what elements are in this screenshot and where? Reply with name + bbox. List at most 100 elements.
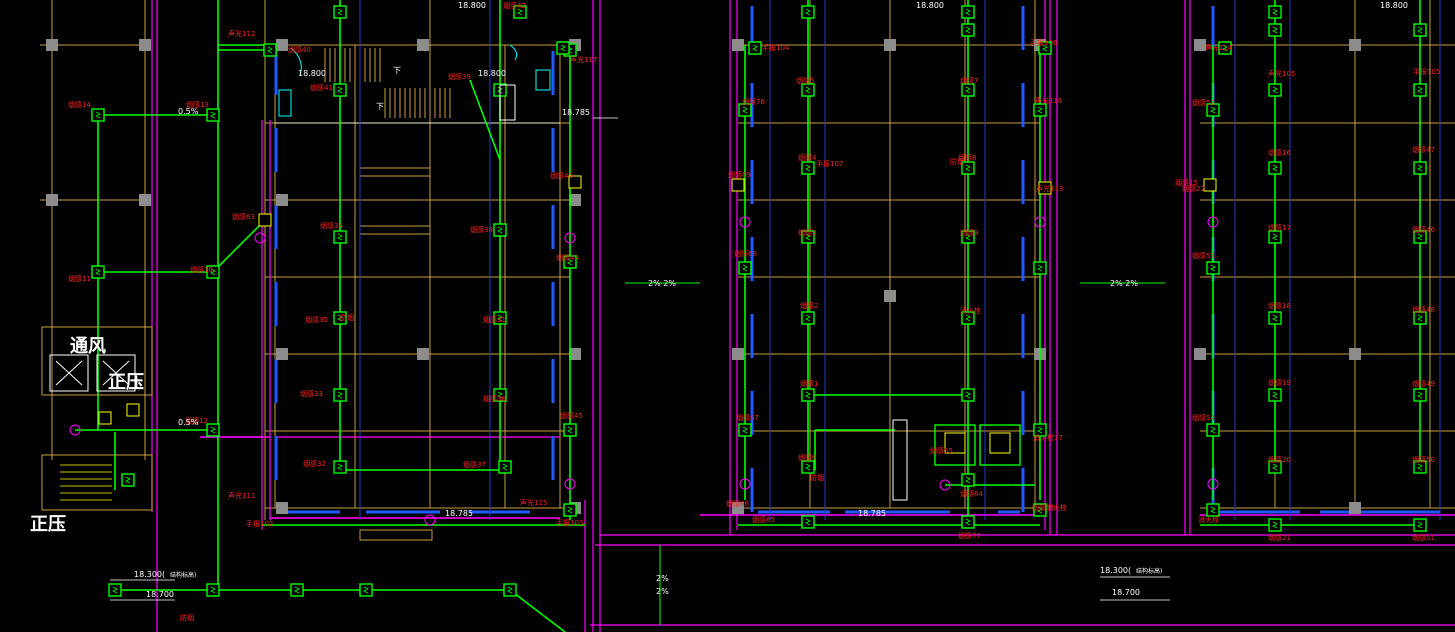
shaft-cross [55, 360, 83, 386]
level-stair-1: 18.800 [298, 69, 326, 78]
column [417, 39, 429, 51]
device-label: 声光112 [228, 29, 255, 38]
device-label: 声光115 [520, 498, 547, 507]
column [139, 194, 151, 206]
device-label: 消火栓 [1198, 515, 1219, 524]
device-label: 烟感44 [556, 253, 579, 262]
device-label: 烟感2 [800, 301, 818, 310]
column [884, 290, 896, 302]
device-label: 烟感64 [960, 489, 983, 498]
device-label: 烟感76 [742, 97, 765, 106]
room-ventilation: 通风 [70, 336, 106, 357]
level-stair-2: 18.800 [478, 69, 506, 78]
device-label: 烟感15 [1175, 178, 1198, 187]
device-label: 烟感67 [736, 413, 759, 422]
wire-run [212, 219, 266, 273]
beam-outline [359, 225, 431, 235]
device-label: 烟感36 [483, 394, 506, 403]
device-label: 烟感50 [1412, 455, 1435, 464]
device-label: 烟感10 [190, 265, 213, 274]
device-label: 消火栓37 [1033, 433, 1063, 442]
level-side: 18.785 [562, 108, 590, 117]
column [1349, 502, 1361, 514]
beam-outline [359, 167, 431, 177]
device-label: 手报107 [816, 159, 843, 168]
level-l1-right: 18.300( [1100, 566, 1131, 575]
column [276, 194, 288, 206]
device-label: 烟感39 [448, 72, 471, 81]
device-label: 烟感40 [288, 45, 311, 54]
duct-box [535, 69, 551, 91]
device-label: 烟感53 [1192, 251, 1215, 260]
stair-down-2: 下 [376, 102, 384, 111]
level-top-2: 18.800 [916, 1, 944, 10]
device-label: 声光113 [1036, 184, 1063, 193]
hydrant-box [98, 411, 112, 425]
room-pressure-1: 正压 [108, 372, 144, 393]
device-label: 声光105 [1268, 69, 1295, 78]
door-swing [509, 44, 518, 61]
slope-h-1: 2% 2% [648, 279, 676, 288]
column [276, 502, 288, 514]
device-label: 烟感11 [68, 274, 91, 283]
elevator-car [989, 432, 1011, 454]
room-pressure-2: 正压 [30, 514, 66, 535]
level-l2-left: 18.700 [146, 590, 174, 599]
device-label: 防烟 [340, 313, 354, 322]
column [276, 39, 288, 51]
column [1349, 39, 1361, 51]
column [139, 39, 151, 51]
device-label: 烟感16 [1268, 148, 1291, 157]
column [1349, 348, 1361, 360]
device-label: 烟感35 [305, 315, 328, 324]
device-label: 烟感49 [1412, 379, 1435, 388]
device-label: 烟感46 [1412, 225, 1435, 234]
device-label: 烟感43 [550, 171, 573, 180]
device-label: 烟感3 [798, 228, 816, 237]
column [1194, 348, 1206, 360]
device-label: 烟感6 [798, 453, 817, 462]
device-label: 手报104 [762, 43, 790, 52]
column [732, 39, 744, 51]
device-label: 烟感14 [68, 100, 91, 109]
beam-outline [359, 529, 433, 541]
wire-run [509, 589, 566, 632]
device-label: 烟感37 [463, 460, 486, 469]
device-label: 消火栓 [960, 306, 981, 315]
column [884, 39, 896, 51]
device-label: 烟感45 [560, 411, 583, 420]
device-label: 烟感33 [300, 389, 323, 398]
device-label: 烟感51 [1412, 533, 1435, 542]
device-label: 烟感17 [1268, 223, 1291, 232]
device-label: 防烟 [810, 473, 824, 482]
device-label: 手报103 [556, 518, 583, 527]
device-label: 烟感69 [728, 170, 751, 179]
device-label: 烟感20 [1268, 455, 1291, 464]
column [417, 348, 429, 360]
device-label: 烟感1 [800, 379, 818, 388]
device-label: 烟感47 [1412, 145, 1435, 154]
device-label: 声光114 [1205, 43, 1233, 52]
device-label: 烟感55 [930, 446, 953, 455]
device-label: 烟感42 [503, 1, 526, 10]
column [276, 348, 288, 360]
stair-down-1: 下 [393, 66, 401, 75]
level-l1-right-suffix: 结构标高) [1136, 567, 1162, 575]
device-label: 手报106 [1030, 38, 1058, 47]
level-top-1: 18.800 [458, 1, 486, 10]
device-label: 烟感19 [1268, 378, 1291, 387]
level-top-3: 18.800 [1380, 1, 1408, 10]
level-l1-left-suffix: 结构标高) [170, 571, 196, 579]
door-frame [892, 419, 908, 501]
device-label: 声光117 [570, 55, 597, 64]
device-label: 防烟 [180, 613, 194, 622]
device-label: 烟感32 [303, 459, 326, 468]
device-label: 消火栓 [1046, 503, 1067, 512]
column [46, 194, 58, 206]
slope-s-1: 0.5% [178, 107, 199, 116]
duct-box [278, 89, 292, 117]
level-floor-2: 18.785 [858, 509, 886, 518]
device-label: 防烟 [950, 157, 964, 166]
level-l2-right: 18.700 [1112, 588, 1140, 597]
device-label: 烟感54 [1192, 413, 1215, 422]
